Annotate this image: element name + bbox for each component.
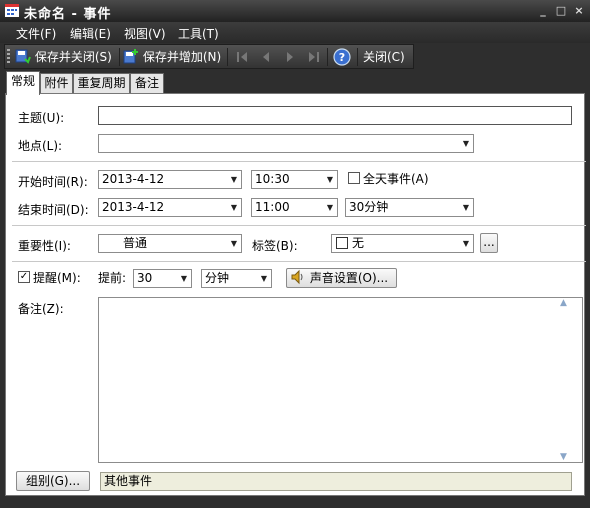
chevron-down-icon[interactable]: ▼ <box>231 171 237 188</box>
chevron-down-icon[interactable]: ▼ <box>181 270 187 287</box>
calendar-app-icon <box>5 4 19 17</box>
reminder-label[interactable]: 提醒(M): <box>33 269 81 286</box>
start-date-value: 2013-4-12 <box>102 172 165 186</box>
tab-general[interactable]: 常规 <box>6 71 40 95</box>
save-new-icon <box>123 49 138 64</box>
divider <box>12 261 586 262</box>
help-icon: ? <box>333 48 351 66</box>
menu-edit[interactable]: 编辑(E) <box>70 25 111 42</box>
before-label: 提前: <box>98 271 127 285</box>
chevron-down-icon[interactable]: ▼ <box>463 199 469 216</box>
tab-recurrence[interactable]: 重复周期 <box>73 73 130 94</box>
importance-combo[interactable]: 普通 ▼ <box>98 234 242 253</box>
save-and-close-label: 保存并关闭(S) <box>34 50 112 64</box>
start-time-label: 开始时间(R): <box>18 175 88 189</box>
end-date-value: 2013-4-12 <box>102 200 165 214</box>
start-time-value: 10:30 <box>255 172 290 186</box>
notes-label: 备注(Z): <box>18 302 64 316</box>
all-day-label[interactable]: 全天事件(A) <box>363 170 429 187</box>
subject-label: 主题(U): <box>18 111 65 125</box>
tab-attachments[interactable]: 附件 <box>40 73 73 94</box>
close-window-button[interactable]: × <box>572 3 586 18</box>
notes-scrollbar[interactable]: ▲ ▼ <box>558 298 571 462</box>
divider <box>12 225 586 226</box>
scroll-down-icon[interactable]: ▼ <box>560 452 567 462</box>
toolbar-separator <box>357 48 358 66</box>
first-record-icon[interactable] <box>235 50 249 64</box>
subject-input[interactable] <box>98 106 572 125</box>
chevron-down-icon[interactable]: ▼ <box>327 199 333 216</box>
save-close-icon <box>15 49 31 64</box>
tag-more-button[interactable]: ... <box>480 233 498 253</box>
next-record-icon[interactable] <box>283 50 297 64</box>
reminder-unit-combo[interactable]: 分钟 ▼ <box>201 269 272 288</box>
end-time-combo[interactable]: 11:00 ▼ <box>251 198 338 217</box>
chevron-down-icon[interactable]: ▼ <box>463 235 469 252</box>
menu-bar: 文件(F) 编辑(E) 视图(V) 工具(T) <box>0 22 590 43</box>
importance-label: 重要性(I): <box>18 239 71 253</box>
all-day-checkbox[interactable] <box>348 172 360 184</box>
window-title: 未命名 - 事件 <box>24 7 112 22</box>
tag-color-swatch <box>336 237 348 249</box>
help-button[interactable]: ? <box>333 48 351 66</box>
close-button[interactable]: 关闭(C) <box>363 48 405 66</box>
group-button[interactable]: 组别(G)... <box>16 471 90 491</box>
importance-value: 普通 <box>123 236 148 250</box>
menu-file[interactable]: 文件(F) <box>16 25 56 42</box>
location-combo[interactable]: ▼ <box>98 134 474 153</box>
menu-view[interactable]: 视图(V) <box>124 25 166 42</box>
last-record-icon[interactable] <box>307 50 321 64</box>
general-panel: 主题(U): 地点(L): ▼ 开始时间(R): 2013-4-12 ▼ 10:… <box>5 93 586 496</box>
start-date-picker[interactable]: 2013-4-12 ▼ <box>98 170 242 189</box>
divider <box>12 161 586 162</box>
reminder-unit-value: 分钟 <box>205 271 230 285</box>
save-and-new-button[interactable]: 保存并增加(N) <box>123 48 221 66</box>
tag-value: 无 <box>352 236 365 250</box>
scroll-up-icon[interactable]: ▲ <box>560 298 567 308</box>
chevron-down-icon[interactable]: ▼ <box>231 199 237 216</box>
title-bar: 未命名 - 事件 _ □ × <box>0 0 590 22</box>
help-glyph: ? <box>339 51 345 64</box>
toolbar-separator <box>119 48 120 66</box>
start-time-combo[interactable]: 10:30 ▼ <box>251 170 338 189</box>
chevron-down-icon[interactable]: ▼ <box>231 235 237 252</box>
speaker-icon <box>291 269 303 285</box>
chevron-down-icon[interactable]: ▼ <box>463 135 469 152</box>
end-time-value: 11:00 <box>255 200 290 214</box>
reminder-amount-value: 30 <box>137 271 153 285</box>
end-time-label: 结束时间(D): <box>18 203 89 217</box>
save-and-close-button[interactable]: 保存并关闭(S) <box>15 48 112 66</box>
duration-value: 30分钟 <box>349 200 389 214</box>
tag-combo[interactable]: 无 ▼ <box>331 234 474 253</box>
location-label: 地点(L): <box>18 139 63 153</box>
previous-record-icon[interactable] <box>259 50 273 64</box>
toolbar-separator <box>327 48 328 66</box>
chevron-down-icon[interactable]: ▼ <box>261 270 267 287</box>
sound-settings-button[interactable]: 声音设置(O)... <box>286 268 397 288</box>
toolbar-grip[interactable] <box>7 49 10 65</box>
save-and-new-label: 保存并增加(N) <box>142 50 222 64</box>
duration-combo[interactable]: 30分钟 ▼ <box>345 198 474 217</box>
notes-textarea[interactable] <box>98 297 583 463</box>
tag-label: 标签(B): <box>252 239 298 253</box>
tab-notes[interactable]: 备注 <box>130 73 164 94</box>
maximize-button[interactable]: □ <box>554 3 568 18</box>
toolbar: 保存并关闭(S) 保存并增加(N) ? 关闭(C) <box>4 44 414 69</box>
minimize-button[interactable]: _ <box>536 3 550 18</box>
menu-tools[interactable]: 工具(T) <box>178 25 219 42</box>
sound-settings-label: 声音设置(O)... <box>309 271 389 285</box>
reminder-checkbox[interactable]: ✓ <box>18 271 30 283</box>
event-window: 未命名 - 事件 _ □ × 文件(F) 编辑(E) 视图(V) 工具(T) 保… <box>0 0 590 508</box>
chevron-down-icon[interactable]: ▼ <box>327 171 333 188</box>
toolbar-separator <box>227 48 228 66</box>
group-value-field: 其他事件 <box>100 472 572 491</box>
end-date-picker[interactable]: 2013-4-12 ▼ <box>98 198 242 217</box>
reminder-amount-combo[interactable]: 30 ▼ <box>133 269 192 288</box>
